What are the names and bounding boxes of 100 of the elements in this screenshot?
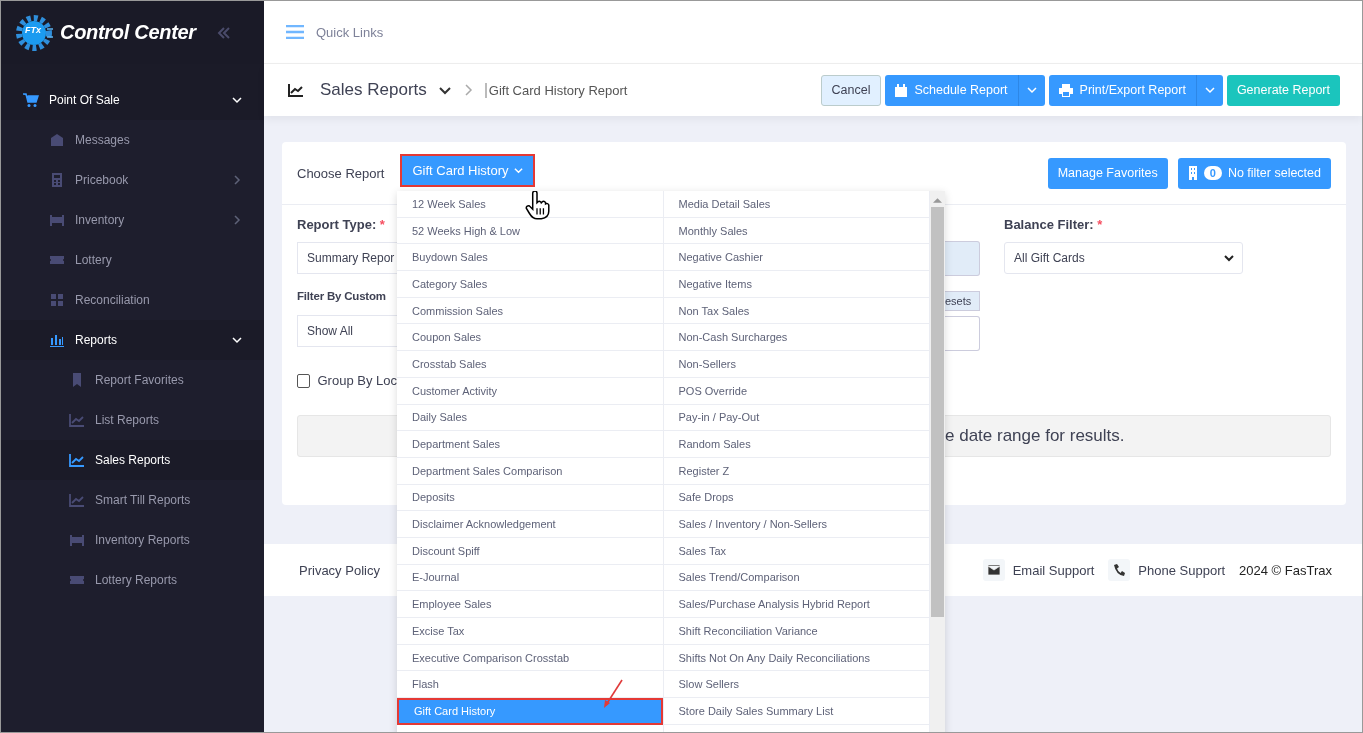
sidebar-item[interactable]: Report Favorites bbox=[1, 360, 264, 400]
balance-filter-label: Balance Filter: * bbox=[1004, 217, 1104, 234]
menu-item[interactable]: Negative Cashier bbox=[663, 244, 930, 272]
cancel-button[interactable]: Cancel bbox=[820, 74, 882, 106]
required-mark: * bbox=[1097, 217, 1103, 232]
menu-item[interactable]: Register Z bbox=[663, 457, 930, 485]
collapse-icon[interactable] bbox=[215, 24, 232, 41]
menu-item[interactable]: Negative Items bbox=[663, 271, 930, 298]
sidebar-item[interactable]: Messages bbox=[1, 120, 264, 160]
menu-item[interactable]: Pay-in / Pay-Out bbox=[663, 404, 930, 432]
bar-chart-icon bbox=[49, 332, 65, 348]
pointer-arrow bbox=[602, 679, 624, 709]
date-field[interactable] bbox=[945, 241, 980, 276]
sidebar-item[interactable]: Sales Reports bbox=[1, 440, 264, 480]
calculator-icon bbox=[49, 172, 65, 188]
chevron-icon bbox=[232, 95, 242, 105]
required-mark: * bbox=[379, 217, 385, 232]
phone-support-link[interactable]: Phone Support bbox=[1138, 562, 1226, 578]
email-support-link[interactable]: Email Support bbox=[1012, 562, 1095, 578]
menu-item[interactable]: Safe Drops bbox=[663, 484, 930, 512]
menu-item[interactable]: Department Sales Comparison bbox=[397, 457, 663, 485]
menu-item[interactable]: Executive Comparison Crosstab bbox=[397, 644, 663, 672]
checkbox[interactable] bbox=[297, 373, 310, 388]
menu-item[interactable]: Daily Sales bbox=[397, 404, 663, 432]
line-chart-icon bbox=[69, 452, 85, 468]
line-chart-icon bbox=[69, 412, 85, 428]
presets-button[interactable]: esets bbox=[945, 291, 980, 311]
menu-item[interactable]: Department Sales bbox=[397, 431, 663, 458]
logo-text: FTx bbox=[25, 25, 41, 35]
menu-item[interactable]: Non-Cash Surcharges bbox=[663, 324, 930, 352]
menu-item[interactable]: Store Daily Sales Summary List bbox=[663, 698, 930, 725]
sidebar-item[interactable]: Pricebook bbox=[1, 160, 264, 200]
sidebar-item[interactable]: Point Of Sale bbox=[1, 80, 264, 120]
menu-item[interactable]: Non-Sellers bbox=[663, 351, 930, 378]
sidebar-item[interactable]: Lottery Reports bbox=[1, 560, 264, 600]
grid-icon bbox=[49, 292, 65, 308]
dropdown-toggle[interactable] bbox=[1017, 74, 1045, 106]
section-title: Sales Reports bbox=[320, 80, 427, 100]
caret-icon bbox=[1204, 85, 1215, 95]
sidebar-item[interactable]: Inventory Reports bbox=[1, 520, 264, 560]
sidebar-item[interactable]: Reconciliation bbox=[1, 280, 264, 320]
chevron-icon bbox=[232, 215, 242, 225]
brand-title: Control Center bbox=[60, 21, 196, 44]
sidebar-item[interactable]: List Reports bbox=[1, 400, 264, 440]
menu-item[interactable]: Sales/Purchase Analysis Hybrid Report bbox=[663, 591, 930, 618]
sidebar-item[interactable]: Lottery bbox=[1, 240, 264, 280]
group-by-label: Group By Loc bbox=[317, 373, 397, 388]
chevron-right-icon bbox=[462, 84, 473, 96]
report-type-label: Report Type: * bbox=[297, 217, 386, 234]
chevron-down-icon[interactable] bbox=[438, 84, 451, 96]
sidebar-item[interactable]: Smart Till Reports bbox=[1, 480, 264, 520]
scrollbar[interactable] bbox=[930, 191, 945, 732]
chevron-icon bbox=[232, 175, 242, 185]
breadcrumb-text: Gift Card History Report bbox=[484, 82, 628, 98]
menu-icon[interactable] bbox=[286, 25, 304, 39]
privacy-policy-link[interactable]: Privacy Policy bbox=[299, 562, 380, 578]
caret-icon bbox=[1224, 253, 1234, 263]
copyright-text: 2024 © FasTrax bbox=[1239, 562, 1332, 578]
customer-filter-label: Filter By Custom bbox=[297, 290, 387, 304]
menu-item[interactable]: Media Detail Sales bbox=[663, 191, 930, 218]
building-icon bbox=[1187, 166, 1198, 180]
menu-item[interactable]: Employee Sales bbox=[397, 591, 663, 618]
menu-item[interactable]: POS Override bbox=[663, 377, 930, 405]
cart-icon bbox=[23, 92, 39, 108]
menu-item[interactable]: Customer Activity bbox=[397, 377, 663, 405]
dropdown-toggle[interactable] bbox=[1195, 74, 1223, 106]
caret-icon bbox=[1026, 85, 1037, 95]
menu-item[interactable]: Shift Reconciliation Variance bbox=[663, 618, 930, 645]
sidebar-item[interactable]: Reports bbox=[1, 320, 264, 360]
menu-item[interactable]: Monthly Sales bbox=[663, 217, 930, 245]
count-badge: 0 bbox=[1203, 166, 1222, 180]
calendar-icon bbox=[895, 83, 908, 97]
menu-item[interactable]: Category Sales bbox=[397, 271, 663, 298]
choose-report-label: Choose Report bbox=[297, 165, 385, 181]
scroll-up-icon[interactable] bbox=[933, 197, 943, 203]
caret-icon bbox=[513, 166, 523, 175]
phone-icon bbox=[1108, 559, 1131, 581]
menu-item[interactable]: Sales / Inventory / Non-Sellers bbox=[663, 511, 930, 538]
printer-icon bbox=[1058, 83, 1073, 97]
menu-item[interactable]: Deposits bbox=[397, 484, 663, 512]
menu-item[interactable]: E-Journal bbox=[397, 564, 663, 592]
gear-logo-icon bbox=[14, 12, 54, 53]
menu-item[interactable]: Disclaimer Acknowledgement bbox=[397, 511, 663, 538]
menu-item[interactable]: Sales Trend/Comparison bbox=[663, 564, 930, 592]
line-chart-icon bbox=[69, 492, 85, 508]
menu-item[interactable]: Crosstab Sales bbox=[397, 351, 663, 378]
menu-item[interactable]: Sales Tax bbox=[663, 537, 930, 565]
menu-item[interactable]: Non Tax Sales bbox=[663, 297, 930, 325]
menu-item[interactable]: Buydown Sales bbox=[397, 244, 663, 272]
menu-item[interactable]: Commission Sales bbox=[397, 297, 663, 325]
menu-item[interactable]: Random Sales bbox=[663, 431, 930, 458]
menu-item[interactable]: Slow Sellers bbox=[663, 671, 930, 699]
menu-item[interactable]: Shifts Not On Any Daily Reconciliations bbox=[663, 644, 930, 672]
line-chart-icon bbox=[288, 82, 304, 98]
sidebar-item[interactable]: Inventory bbox=[1, 200, 264, 240]
menu-item[interactable]: Discount Spiff bbox=[397, 537, 663, 565]
balance-filter-select[interactable]: All Gift Cards bbox=[1004, 242, 1243, 274]
menu-item[interactable]: Coupon Sales bbox=[397, 324, 663, 352]
menu-item[interactable]: Excise Tax bbox=[397, 618, 663, 645]
quick-links-link[interactable]: Quick Links bbox=[316, 24, 384, 40]
